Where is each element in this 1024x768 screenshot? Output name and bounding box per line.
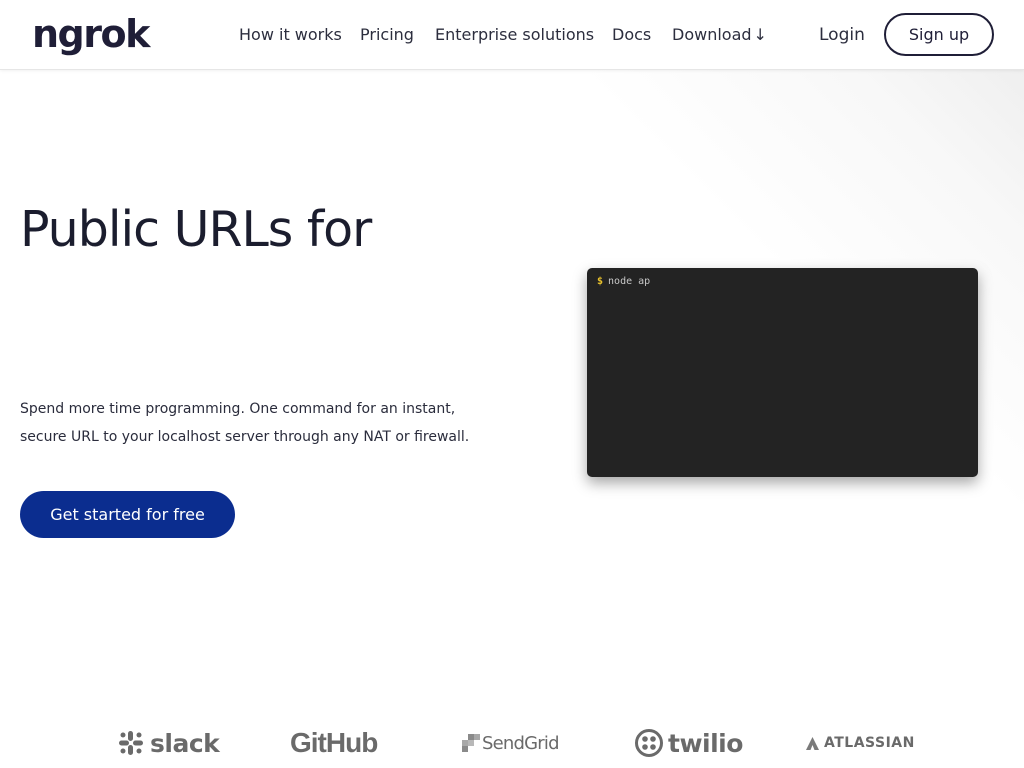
slack-logo: slack <box>118 720 220 766</box>
download-arrow-icon: ↓ <box>753 25 767 44</box>
github-wordmark: GitHub <box>290 727 378 758</box>
terminal-command: node ap <box>608 276 651 287</box>
get-started-button[interactable]: Get started for free <box>20 491 235 538</box>
atlassian-logo: ATLASSIAN <box>806 720 915 766</box>
site-header: ngrok How it works Pricing Enterprise so… <box>0 0 1024 70</box>
twilio-icon <box>635 729 663 757</box>
github-logo: GitHub <box>290 720 378 766</box>
hero-description-line-1: Spend more time programming. One command… <box>20 401 456 417</box>
nav-download[interactable]: Download ↓ <box>672 24 767 46</box>
slack-wordmark: slack <box>150 728 220 758</box>
nav-enterprise-solutions[interactable]: Enterprise solutions <box>435 24 594 46</box>
ngrok-logo[interactable]: ngrok <box>32 12 150 56</box>
nav-how-it-works[interactable]: How it works <box>239 24 342 46</box>
twilio-logo: twilio <box>634 720 743 766</box>
sendgrid-wordmark: SendGrid <box>482 732 560 754</box>
nav-download-label: Download <box>672 25 752 44</box>
terminal-window: $ node ap <box>587 268 978 477</box>
nav-pricing[interactable]: Pricing <box>360 24 414 46</box>
login-link[interactable]: Login <box>819 24 865 46</box>
hero-description-line-2: secure URL to your localhost server thro… <box>20 429 470 445</box>
twilio-wordmark: twilio <box>668 728 743 758</box>
atlassian-wordmark: ATLASSIAN <box>824 735 915 751</box>
nav-docs[interactable]: Docs <box>612 24 651 46</box>
sendgrid-icon <box>462 734 480 752</box>
terminal-prompt: $ <box>597 276 604 287</box>
hero-title: Public URLs for <box>20 201 372 258</box>
customer-logos: slack GitHub SendGrid twilio ATLASSIAN <box>0 720 1024 768</box>
hero-description: Spend more time programming. One command… <box>20 395 490 451</box>
slack-icon <box>119 731 143 755</box>
sendgrid-logo: SendGrid <box>462 720 560 766</box>
atlassian-icon <box>806 736 819 750</box>
signup-button[interactable]: Sign up <box>884 13 994 56</box>
